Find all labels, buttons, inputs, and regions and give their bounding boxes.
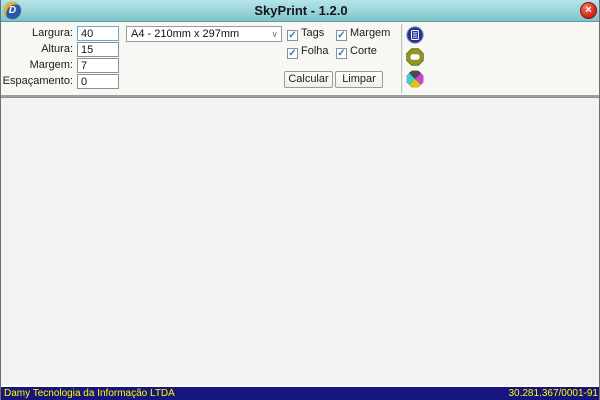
paper-format-value: A4 - 210mm x 297mm <box>131 28 240 40</box>
close-icon[interactable]: × <box>580 2 597 19</box>
status-bar: Damy Tecnologia da Informação LTDA 30.28… <box>1 387 599 400</box>
checkbox-corte-check-icon: ✓ <box>336 48 347 59</box>
document-icon[interactable] <box>406 26 424 44</box>
checkbox-tags-check-icon: ✓ <box>287 30 298 41</box>
altura-row: Altura: <box>1 42 126 58</box>
chevron-down-icon: ∨ <box>271 29 278 39</box>
largura-row: Largura: <box>1 26 126 42</box>
colors-icon[interactable] <box>406 70 424 88</box>
espacamento-input[interactable] <box>77 74 119 89</box>
company-name: Damy Tecnologia da Informação LTDA <box>4 388 175 399</box>
checkbox-margem[interactable]: ✓ Margem <box>336 27 399 41</box>
margem-label: Margem: <box>29 59 73 71</box>
limpar-button[interactable]: Limpar <box>335 71 383 88</box>
preview-area <box>1 97 599 385</box>
cnpj-number: 30.281.367/0001-91 <box>508 388 598 399</box>
label-icon[interactable] <box>406 48 424 66</box>
checkbox-tags-label: Tags <box>301 27 325 39</box>
window-title: SkyPrint - 1.2.0 <box>254 3 348 18</box>
margem-input[interactable] <box>77 58 119 73</box>
options-checkboxes: ✓ Tags ✓ Margem ✓ Folha ✓ Corte <box>287 27 399 59</box>
checkbox-corte[interactable]: ✓ Corte <box>336 45 399 59</box>
espacamento-row: Espaçamento: <box>1 74 126 90</box>
app-window: D SkyPrint - 1.2.0 × Largura: Altura: Ma… <box>0 0 600 400</box>
settings-panel: Largura: Altura: Margem: Espaçamento: A4… <box>1 22 599 97</box>
checkbox-margem-check-icon: ✓ <box>336 30 347 41</box>
altura-label: Altura: <box>41 43 73 55</box>
largura-label: Largura: <box>32 27 73 39</box>
toolbar-icons <box>406 26 426 92</box>
largura-input[interactable] <box>77 26 119 41</box>
checkbox-margem-label: Margem <box>350 27 391 39</box>
checkbox-folha[interactable]: ✓ Folha <box>287 45 336 59</box>
checkbox-folha-check-icon: ✓ <box>287 48 298 59</box>
paper-format-select[interactable]: A4 - 210mm x 297mm ∨ <box>126 26 282 42</box>
altura-input[interactable] <box>77 42 119 57</box>
calcular-button[interactable]: Calcular <box>284 71 333 88</box>
toolbar-separator <box>401 24 403 93</box>
checkbox-corte-label: Corte <box>350 45 377 57</box>
checkbox-folha-label: Folha <box>301 45 329 57</box>
checkbox-tags[interactable]: ✓ Tags <box>287 27 336 41</box>
margem-row: Margem: <box>1 58 126 74</box>
espacamento-label: Espaçamento: <box>2 75 73 87</box>
title-bar[interactable]: D SkyPrint - 1.2.0 × <box>1 0 599 22</box>
